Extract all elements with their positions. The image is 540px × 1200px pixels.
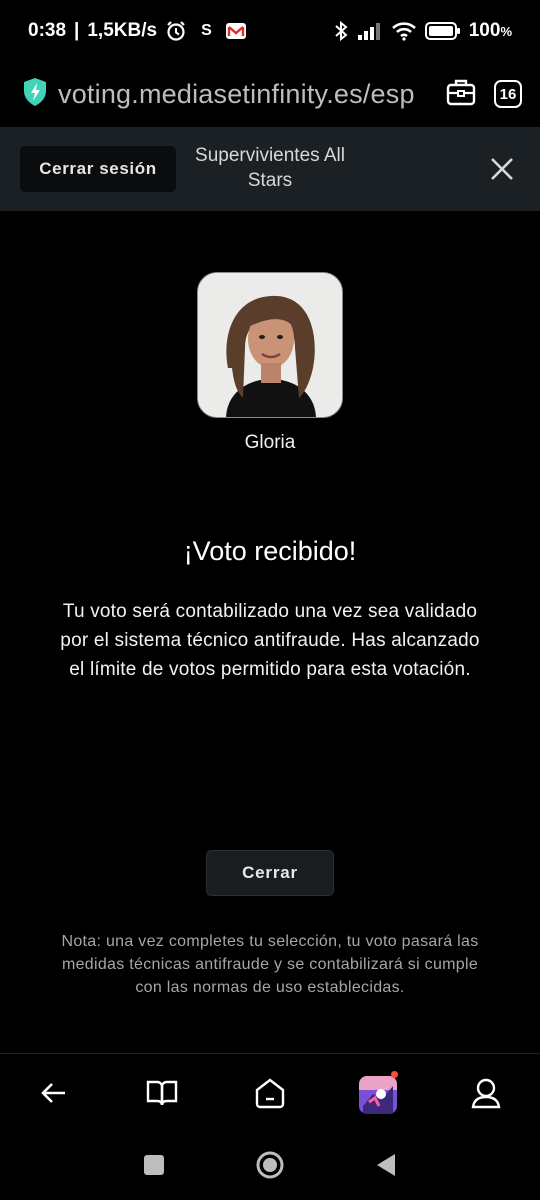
book-icon	[146, 1079, 178, 1112]
square-icon	[143, 1154, 165, 1181]
battery-icon	[424, 21, 461, 41]
notification-dot	[391, 1071, 398, 1078]
confirmation-heading: ¡Voto recibido!	[183, 536, 357, 566]
briefcase-icon[interactable]	[446, 78, 476, 111]
contestant-photo	[197, 272, 343, 418]
browser-url-bar[interactable]: voting.mediasetinfinity.es/esp 16	[0, 62, 540, 126]
page-title: Supervivientes All Stars	[195, 145, 345, 191]
system-back-button[interactable]	[328, 1139, 444, 1195]
home-icon	[254, 1077, 286, 1114]
battery-level: 100%	[468, 20, 512, 41]
voting-header: Cerrar sesión Supervivientes All Stars	[0, 127, 540, 211]
profile-icon	[471, 1077, 501, 1114]
tab-count-button[interactable]: 16	[494, 80, 522, 108]
triangle-back-icon	[375, 1152, 397, 1183]
game-shortcut[interactable]	[348, 1065, 408, 1125]
recents-button[interactable]	[96, 1139, 212, 1195]
s-notification-icon: S	[201, 22, 212, 39]
divider	[0, 1053, 540, 1054]
url-text[interactable]: voting.mediasetinfinity.es/esp	[58, 79, 432, 110]
close-button[interactable]: Cerrar	[206, 850, 334, 896]
fraud-note: Nota: una vez completes tu selección, tu…	[61, 933, 479, 996]
back-button[interactable]	[24, 1065, 84, 1125]
circle-icon	[255, 1150, 285, 1185]
signal-icon	[357, 21, 383, 41]
logout-button[interactable]: Cerrar sesión	[20, 146, 176, 192]
gmail-icon	[225, 23, 246, 39]
system-nav-bar	[0, 1138, 540, 1196]
profile-button[interactable]	[456, 1065, 516, 1125]
wifi-icon	[391, 21, 417, 41]
bookmarks-button[interactable]	[132, 1065, 192, 1125]
home-button[interactable]	[240, 1065, 300, 1125]
bluetooth-icon	[333, 20, 349, 42]
game-thumbnail	[359, 1076, 397, 1114]
browser-bottom-nav	[0, 1060, 540, 1130]
back-arrow-icon	[41, 1082, 67, 1109]
system-home-button[interactable]	[212, 1139, 328, 1195]
shield-bolt-icon[interactable]	[22, 77, 48, 112]
status-bar: 0:38 | 1,5KB/s S 100%	[0, 0, 540, 62]
close-icon[interactable]	[490, 157, 514, 186]
network-speed: 1,5KB/s	[87, 20, 158, 41]
contestant-name: Gloria	[244, 432, 296, 453]
alarm-icon	[165, 20, 187, 42]
confirmation-message: Tu voto será contabilizado una vez sea v…	[60, 601, 480, 680]
status-time: 0:38	[28, 20, 67, 41]
status-separator: |	[74, 20, 80, 41]
